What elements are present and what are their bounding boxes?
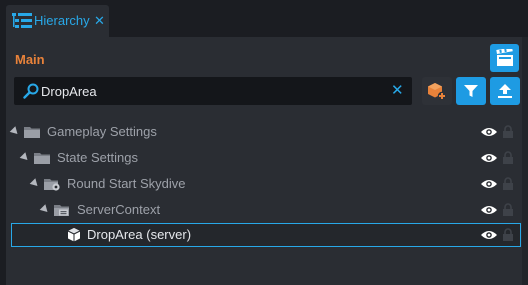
tab-label: Hierarchy <box>34 13 90 28</box>
hierarchy-panel: Main ✕ <box>6 37 528 285</box>
tree-item-label: Gameplay Settings <box>47 124 157 139</box>
folder-icon <box>34 153 50 164</box>
visibility-eye-icon[interactable] <box>481 178 497 190</box>
visibility-eye-icon[interactable] <box>481 204 497 216</box>
tab-hierarchy[interactable]: Hierarchy ✕ <box>6 5 109 37</box>
visibility-eye-icon[interactable] <box>481 152 497 164</box>
lock-icon[interactable] <box>503 151 513 164</box>
tab-close-button[interactable]: ✕ <box>94 13 105 29</box>
scrollbar[interactable] <box>522 37 528 285</box>
folder-icon <box>24 127 40 138</box>
tab-bar: Hierarchy ✕ <box>0 0 528 37</box>
lock-icon[interactable] <box>503 177 513 190</box>
filter-button[interactable] <box>456 77 486 105</box>
search-icon <box>23 83 39 99</box>
expand-arrow-icon[interactable] <box>29 178 41 189</box>
tree-item-label: ServerContext <box>77 202 161 217</box>
folder-gear-icon <box>44 179 60 191</box>
tree-item-droparea-server[interactable]: DropArea (server) <box>11 223 521 247</box>
cube-plus-icon <box>428 83 447 101</box>
cube-icon <box>67 228 81 242</box>
visibility-eye-icon[interactable] <box>481 229 497 241</box>
create-object-button[interactable] <box>422 77 452 105</box>
search-input[interactable] <box>41 77 381 105</box>
visibility-eye-icon[interactable] <box>481 126 497 138</box>
expand-arrow-icon[interactable] <box>9 126 21 137</box>
search-box: ✕ <box>14 77 412 105</box>
clapperboard-button[interactable] <box>490 44 519 72</box>
lock-icon[interactable] <box>503 228 513 241</box>
server-context-icon <box>54 205 69 216</box>
upload-icon <box>498 84 512 98</box>
expand-arrow-icon[interactable] <box>39 204 51 215</box>
tree-item-label: State Settings <box>57 150 138 165</box>
tree-item-server-context[interactable]: ServerContext <box>6 197 528 223</box>
search-clear-button[interactable]: ✕ <box>391 82 404 100</box>
upload-button[interactable] <box>490 77 520 105</box>
lock-icon[interactable] <box>503 125 513 138</box>
tree-item-round-start-skydive[interactable]: Round Start Skydive <box>6 171 528 197</box>
filter-icon <box>464 85 478 97</box>
tree-item-label: Round Start Skydive <box>67 176 186 191</box>
expand-arrow-icon[interactable] <box>19 152 31 163</box>
hierarchy-icon <box>12 13 32 28</box>
tree-item-label: DropArea (server) <box>87 227 192 242</box>
tree-item-gameplay-settings[interactable]: Gameplay Settings <box>6 119 528 145</box>
tree-item-state-settings[interactable]: State Settings <box>6 145 528 171</box>
clapperboard-icon <box>495 49 513 66</box>
section-title: Main <box>15 52 45 67</box>
lock-icon[interactable] <box>503 203 513 216</box>
